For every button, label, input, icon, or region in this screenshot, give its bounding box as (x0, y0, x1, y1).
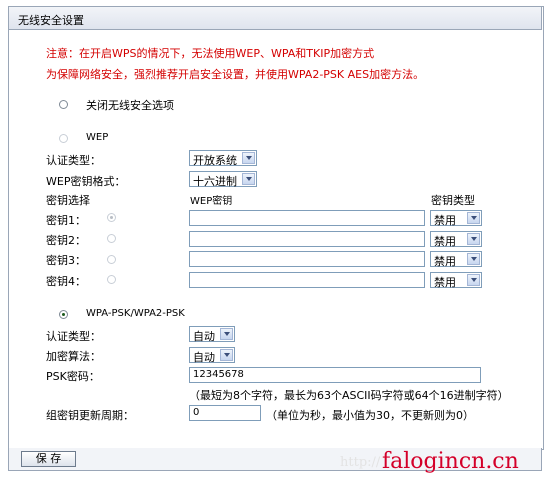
key-type-value: 禁用 (434, 255, 456, 268)
wpa-auth-value: 自动 (193, 330, 215, 343)
watermark-text: falogincn.cn (382, 449, 519, 474)
wep-format-label: WEP密钥格式： (46, 175, 126, 188)
key-3-radio[interactable] (107, 255, 116, 264)
wpa-enc-select[interactable]: 自动 (189, 347, 235, 364)
wep-format-value: 十六进制 (193, 175, 237, 188)
key-3-input[interactable] (189, 251, 425, 267)
wpa-auth-select[interactable]: 自动 (189, 326, 235, 343)
key-type-value: 禁用 (434, 235, 456, 248)
wep-label: WEP (86, 132, 109, 143)
panel-title: 无线安全设置 (18, 14, 84, 27)
off-security-label: 关闭无线安全选项 (86, 99, 174, 112)
key-label: 密钥4： (46, 275, 86, 288)
key-3-type-select[interactable]: 禁用 (430, 251, 482, 268)
panel-header: 无线安全设置 (8, 6, 542, 30)
key-2-type-select[interactable]: 禁用 (430, 231, 482, 248)
rekey-hint: （单位为秒，最小值为30，不更新则为0） (266, 409, 474, 422)
wep-auth-value: 开放系统 (193, 154, 237, 167)
key-label: 密钥1： (46, 214, 86, 227)
key-type-value: 禁用 (434, 276, 456, 289)
save-button[interactable]: 保 存 (21, 451, 76, 467)
psk-label: PSK密码： (46, 370, 100, 383)
key-4-radio[interactable] (107, 275, 116, 284)
key-4-type-select[interactable]: 禁用 (430, 272, 482, 289)
key-2-radio[interactable] (107, 234, 116, 243)
wep-radio[interactable] (59, 134, 68, 143)
wpa-psk-label: WPA-PSK/WPA2-PSK (86, 308, 185, 319)
wpa-psk-radio[interactable] (59, 310, 68, 319)
chevron-down-icon (467, 212, 480, 224)
psk-password-value: 12345678 (193, 369, 244, 380)
wep-format-select[interactable]: 十六进制 (189, 171, 257, 188)
off-security-radio[interactable] (59, 100, 68, 109)
psk-password-input[interactable]: 12345678 (189, 367, 481, 383)
chevron-down-icon (467, 233, 480, 245)
rekey-period-input[interactable]: 0 (189, 405, 261, 421)
rekey-period-value: 0 (193, 407, 200, 418)
key-label: 密钥3： (46, 254, 86, 267)
notice-line-2: 为保障网络安全，强烈推荐开启安全设置，并使用WPA2-PSK AES加密方法。 (46, 68, 425, 81)
watermark-faint: http:// (340, 455, 381, 470)
chevron-down-icon (242, 152, 255, 164)
wpa-auth-label: 认证类型： (46, 330, 101, 343)
wep-key-header: WEP密钥 (190, 196, 233, 207)
chevron-down-icon (220, 349, 233, 361)
wep-auth-select[interactable]: 开放系统 (189, 150, 257, 167)
key-1-radio[interactable] (107, 213, 116, 222)
notice-line-1: 注意：在开启WPS的情况下，无法使用WEP、WPA和TKIP加密方式 (46, 47, 375, 60)
key-2-input[interactable] (189, 231, 425, 247)
key-4-input[interactable] (189, 272, 425, 288)
psk-hint: （最短为8个字符，最长为63个ASCII码字符或64个16进制字符） (189, 389, 509, 402)
chevron-down-icon (467, 253, 480, 265)
rekey-label: 组密钥更新周期： (46, 409, 134, 422)
wep-auth-label: 认证类型： (46, 154, 101, 167)
watermark: http:// falogincn.cn (330, 449, 530, 477)
chevron-down-icon (242, 173, 255, 185)
wpa-enc-label: 加密算法： (46, 350, 101, 363)
key-type-value: 禁用 (434, 214, 456, 227)
key-type-header: 密钥类型 (431, 194, 475, 207)
key-1-input[interactable] (189, 210, 425, 226)
key-1-type-select[interactable]: 禁用 (430, 210, 482, 227)
chevron-down-icon (220, 328, 233, 340)
key-select-header: 密钥选择 (46, 194, 90, 207)
wpa-enc-value: 自动 (193, 351, 215, 364)
chevron-down-icon (467, 274, 480, 286)
key-label: 密钥2： (46, 234, 86, 247)
